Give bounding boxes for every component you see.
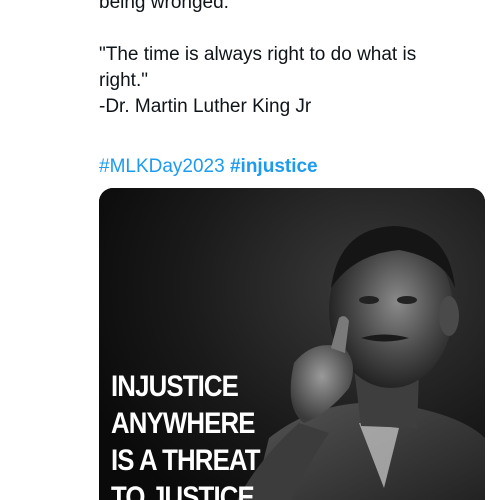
hashtag-link-injustice[interactable]: #injustice — [230, 156, 318, 177]
tweet-text-line: being wronged. — [99, 0, 229, 13]
overlay-line: ANYWHERE — [111, 407, 255, 440]
overlay-line: INJUSTICE — [111, 370, 239, 403]
hashtag-row: #MLKDay2023 #injustice — [99, 154, 318, 180]
hashtag-link-mlkday2023[interactable]: #MLKDay2023 — [99, 156, 225, 177]
overlay-line: IS A THREAT — [111, 444, 261, 477]
tweet-text-line: -Dr. Martin Luther King Jr — [99, 96, 312, 117]
tweet-text-line: "The time is always right to do what is — [99, 44, 417, 65]
tweet-text: being wronged. "The time is always right… — [99, 0, 494, 120]
overlay-line: TO JUSTICE — [111, 481, 255, 500]
tweet-text-line: right." — [99, 70, 148, 91]
tweet-media-image[interactable]: INJUSTICE ANYWHERE IS A THREAT TO JUSTIC… — [99, 188, 485, 500]
quote-overlay-text: INJUSTICE ANYWHERE IS A THREAT TO JUSTIC… — [111, 368, 261, 500]
